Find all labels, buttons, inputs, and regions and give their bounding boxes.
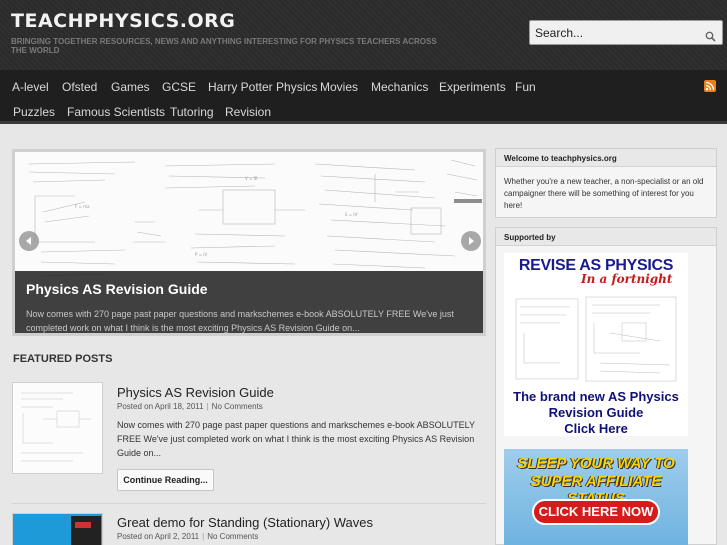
site-title[interactable]: TEACHPHYSICS.ORG <box>11 10 235 32</box>
search-icon[interactable] <box>705 27 716 42</box>
svg-text:E = hf: E = hf <box>345 212 358 217</box>
slider-scroll-indicator <box>454 199 482 203</box>
nav-item-games[interactable]: Games <box>111 80 150 94</box>
nav-item-famous-scientists[interactable]: Famous Scientists <box>67 105 165 119</box>
slider-excerpt: Now comes with 270 page past paper quest… <box>26 309 454 333</box>
search-box <box>529 20 723 45</box>
ad-click-here[interactable]: Click Here <box>504 421 688 436</box>
click-here-now-button[interactable]: CLICK HERE NOW <box>532 499 660 525</box>
chevron-right-icon <box>469 237 474 245</box>
main-nav: A-level Ofsted Games GCSE Harry Potter P… <box>0 70 727 124</box>
post-meta: Posted on April 18, 2011 | No Comments <box>117 402 263 411</box>
featured-posts-heading: FEATURED POSTS <box>13 353 113 365</box>
nav-item-fun[interactable]: Fun <box>515 80 536 94</box>
svg-text:P = IV: P = IV <box>195 252 207 257</box>
nav-item-movies[interactable]: Movies <box>320 80 358 94</box>
post-date: Posted on April 2, 2011 <box>117 532 200 541</box>
svg-text:F = ma: F = ma <box>75 204 90 209</box>
chevron-left-icon <box>26 237 31 245</box>
slider-next-button[interactable] <box>461 231 481 251</box>
welcome-text: Whether you're a new teacher, a non-spec… <box>504 177 704 210</box>
post-date: Posted on April 18, 2011 <box>117 402 204 411</box>
nav-item-puzzles[interactable]: Puzzles <box>13 105 55 119</box>
ad-line-2: Revision Guide <box>548 405 644 420</box>
ad-line-1: The brand new AS Physics <box>513 389 679 404</box>
post-comments-link[interactable]: No Comments <box>212 402 263 411</box>
ad-line-1: SLEEP YOUR WAY TO <box>517 455 675 472</box>
post-title[interactable]: Physics AS Revision Guide <box>117 385 274 400</box>
nav-item-ofsted[interactable]: Ofsted <box>62 80 97 94</box>
slider-prev-button[interactable] <box>19 231 39 251</box>
nav-item-gcse[interactable]: GCSE <box>162 80 196 94</box>
site-tagline: BRINGING TOGETHER RESOURCES, NEWS AND AN… <box>11 37 437 55</box>
site-header: TEACHPHYSICS.ORG BRINGING TOGETHER RESOU… <box>0 0 727 70</box>
widget-title: Supported by <box>496 228 716 246</box>
widget-title: Welcome to teachphysics.org <box>496 149 716 167</box>
revise-as-physics-ad[interactable]: REVISE AS PHYSICS In a fortnight The bra… <box>504 253 688 436</box>
ad-subtitle: In a fortnight <box>581 272 673 286</box>
post-thumbnail[interactable] <box>12 513 103 545</box>
sleep-affiliate-ad[interactable]: SLEEP YOUR WAY TO SUPER AFFILIATE STATUS… <box>504 449 688 545</box>
post-thumbnail[interactable] <box>12 382 103 474</box>
post-meta: Posted on April 2, 2011 | No Comments <box>117 532 259 541</box>
post-comments-link[interactable]: No Comments <box>207 532 258 541</box>
nav-item-experiments[interactable]: Experiments <box>439 80 506 94</box>
rss-icon[interactable] <box>704 80 716 92</box>
welcome-widget: Welcome to teachphysics.org Whether you'… <box>495 148 717 218</box>
slider-title[interactable]: Physics AS Revision Guide <box>26 281 208 297</box>
post-title[interactable]: Great demo for Standing (Stationary) Wav… <box>117 515 373 530</box>
nav-item-harry-potter-physics[interactable]: Harry Potter Physics <box>208 80 317 94</box>
nav-item-a-level[interactable]: A-level <box>12 80 49 94</box>
nav-item-mechanics[interactable]: Mechanics <box>371 80 428 94</box>
svg-text:V = IR: V = IR <box>245 176 258 181</box>
post-excerpt: Now comes with 270 page past paper quest… <box>117 420 475 458</box>
continue-reading-button[interactable]: Continue Reading... <box>117 469 214 491</box>
slider-caption: Physics AS Revision Guide Now comes with… <box>15 271 483 333</box>
nav-item-tutoring[interactable]: Tutoring <box>170 105 214 119</box>
nav-item-revision[interactable]: Revision <box>225 105 271 119</box>
search-input[interactable] <box>530 21 700 44</box>
post-divider <box>12 503 486 504</box>
featured-slider[interactable]: F = ma V = IR E = hf P = IV Physics AS R… <box>12 149 486 336</box>
revision-guide-image <box>510 293 682 385</box>
